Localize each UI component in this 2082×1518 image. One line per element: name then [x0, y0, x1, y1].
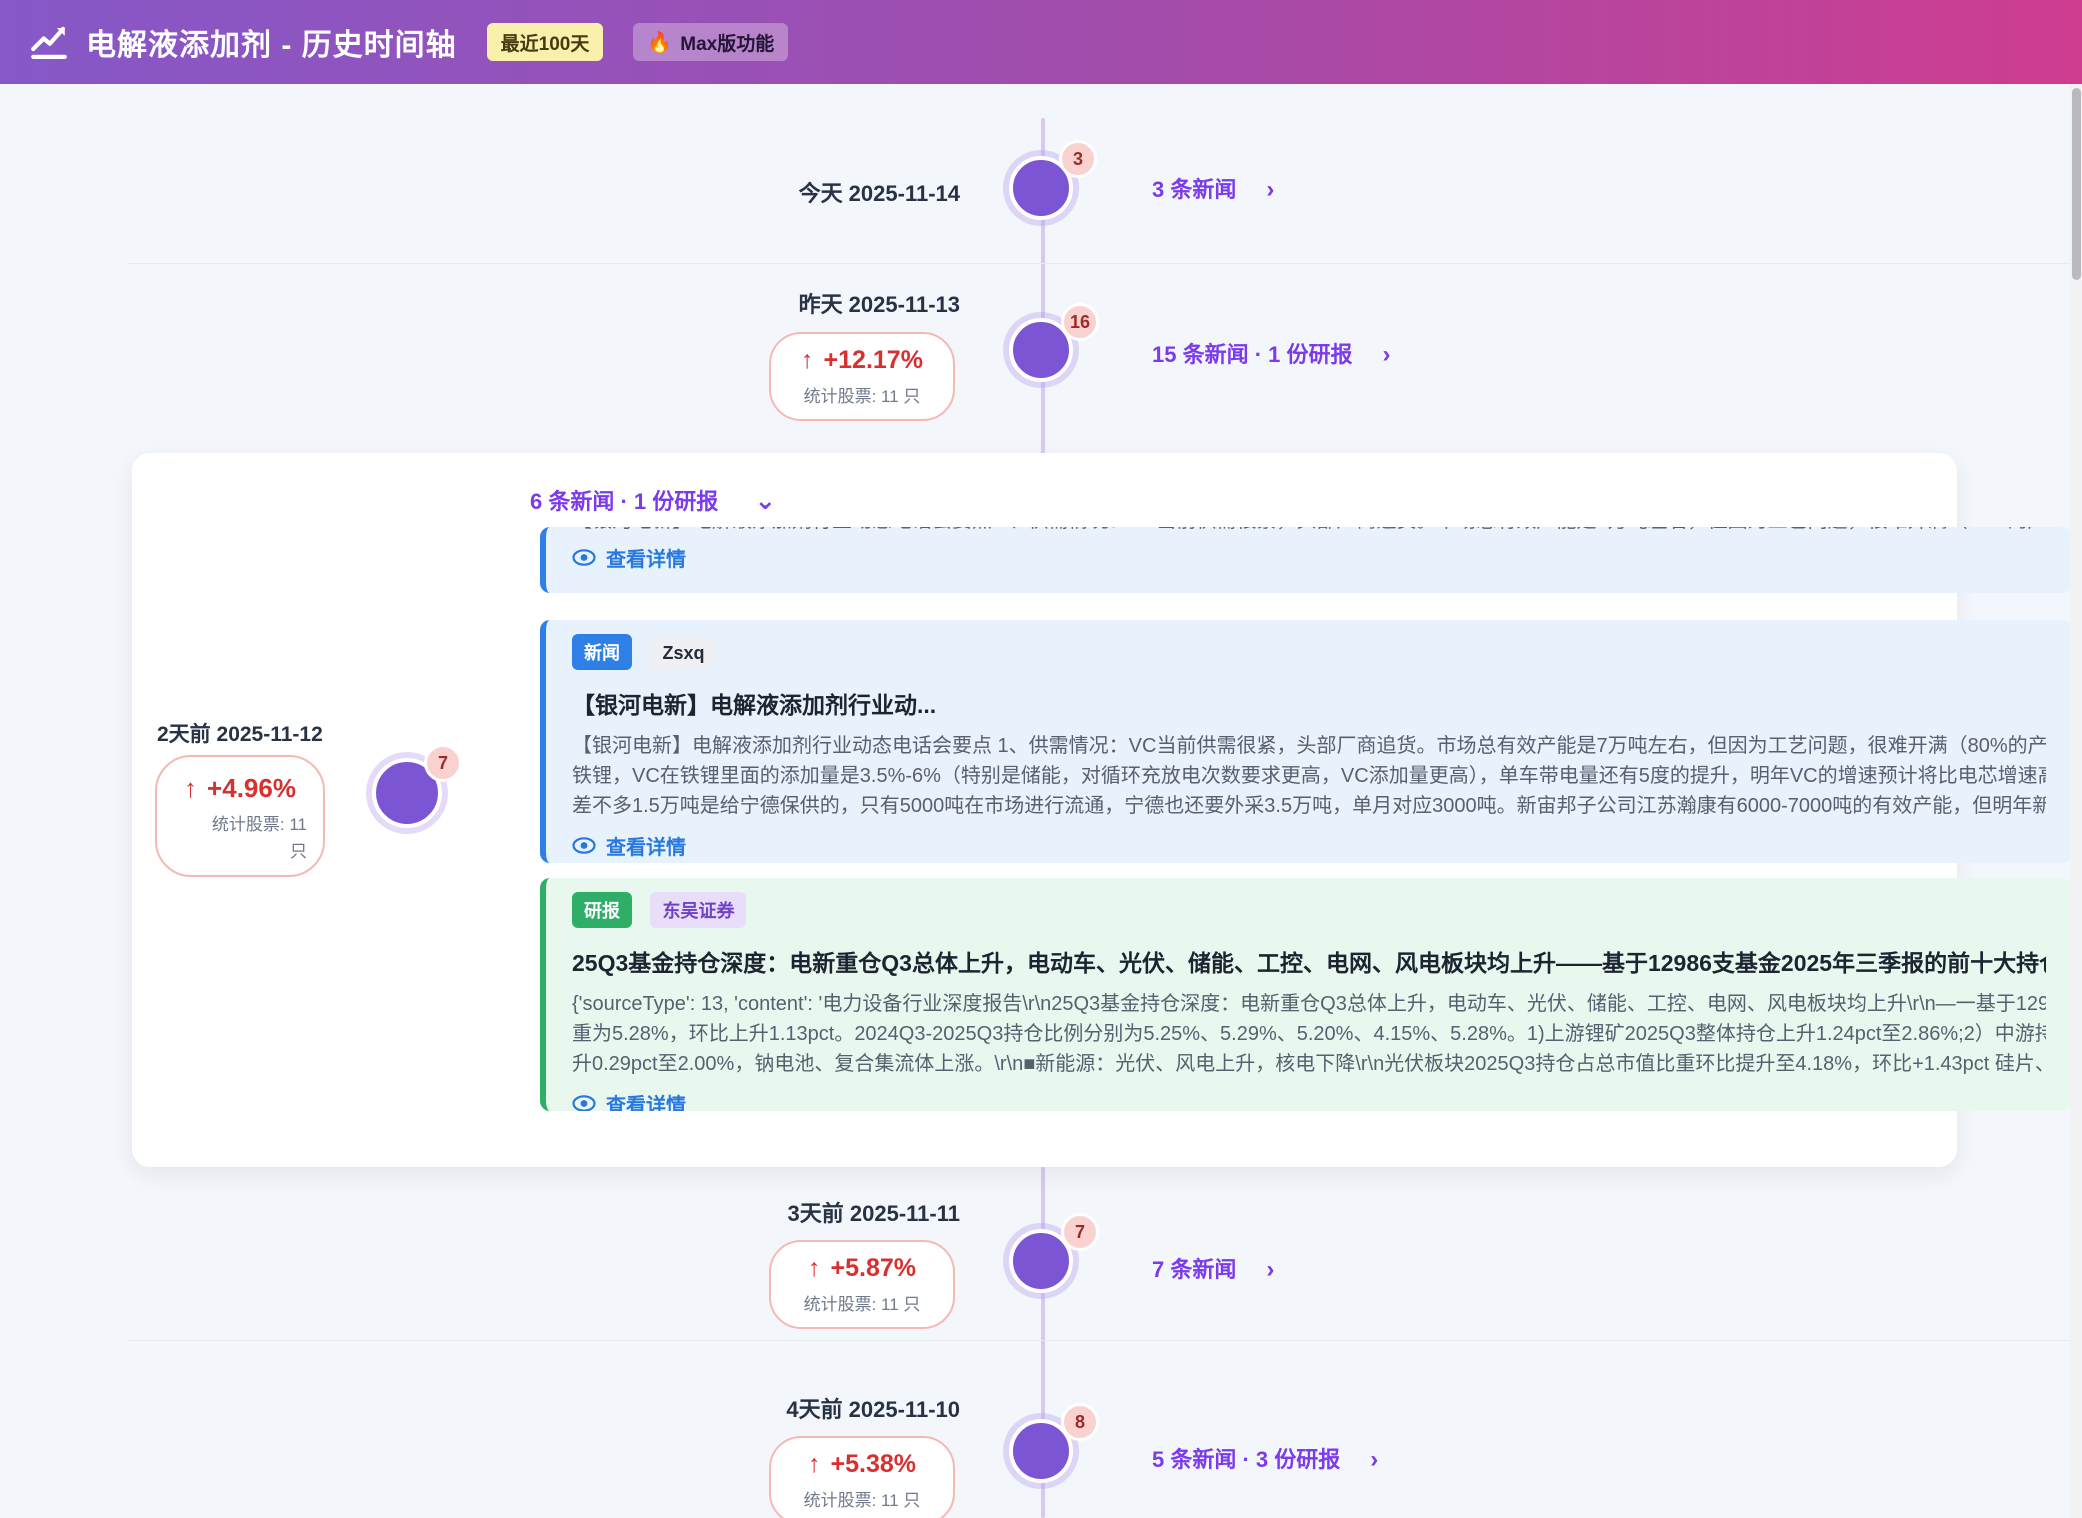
news-link-today[interactable]: 3 条新闻 ›: [1152, 172, 1274, 204]
date-label: 今天 2025-11-14: [799, 181, 960, 206]
max-plan-badge: 🔥 Max版功能: [633, 23, 788, 61]
report-type-tag: 研报: [572, 892, 632, 928]
date-label: 3天前 2025-11-11: [788, 1201, 960, 1226]
chevron-down-icon: ⌄: [754, 485, 776, 515]
date-label: 昨天 2025-11-13: [799, 292, 960, 317]
chevron-right-icon: ›: [1382, 341, 1390, 368]
report-card: 研报 东吴证券 25Q3基金持仓深度：电新重仓Q3总体上升，电动车、光伏、储能、…: [540, 878, 2072, 1111]
source-tag: Zsxq: [650, 638, 716, 669]
news-card-clipped: 【银河电新】电解液添加剂行业动态电话会要点 1、供需情况：VC当前供需很紧，头部…: [540, 527, 2072, 593]
timeline-page: 电解液添加剂 - 历史时间轴 最近100天 🔥 Max版功能 今天 2025-1…: [0, 0, 2082, 1518]
scrollbar-thumb[interactable]: [2072, 88, 2081, 280]
fire-icon: 🔥: [647, 30, 672, 55]
chevron-right-icon: ›: [1266, 1256, 1274, 1283]
arrow-up-icon: ↑: [808, 1254, 821, 1282]
eye-icon: [572, 837, 596, 854]
view-details-link[interactable]: 查看详情: [572, 543, 2046, 572]
news-link-yesterday[interactable]: 15 条新闻 · 1 份研报 ›: [1152, 337, 1390, 369]
scrollbar-track[interactable]: [2070, 84, 2082, 1518]
range-badge: 最近100天: [487, 23, 604, 61]
date-label: 2天前 2025-11-12: [157, 718, 323, 748]
arrow-up-icon: ↑: [801, 346, 814, 374]
chevron-right-icon: ›: [1370, 1446, 1378, 1473]
node-count-badge: 7: [424, 744, 462, 782]
node-count-badge: 8: [1061, 1403, 1099, 1441]
change-percent: +12.17%: [824, 346, 923, 374]
node-count-badge: 3: [1059, 140, 1097, 178]
eye-icon: [572, 549, 596, 566]
max-plan-badge-label: Max版功能: [680, 29, 774, 56]
source-tag: 东吴证券: [650, 892, 746, 928]
date-label: 4天前 2025-11-10: [786, 1397, 960, 1422]
change-percent: +5.38%: [831, 1450, 917, 1478]
chart-line-icon: [28, 21, 70, 63]
view-details-label: 查看详情: [606, 1089, 686, 1111]
stat-stocks: 统计股票: 11 只: [781, 1486, 943, 1511]
view-details-label: 查看详情: [606, 831, 686, 860]
stat-stocks: 统计股票: 11只: [173, 811, 307, 865]
clipped-text: 【银河电新】电解液添加剂行业动态电话会要点 1、供需情况：VC当前供需很紧，头部…: [572, 527, 2046, 536]
row-yesterday-date-col: 昨天 2025-11-13: [640, 287, 960, 319]
eye-icon: [572, 1095, 596, 1111]
report-title: 25Q3基金持仓深度：电新重仓Q3总体上升，电动车、光伏、储能、工控、电网、风电…: [572, 944, 2046, 978]
arrow-up-icon: ↑: [808, 1450, 821, 1478]
news-link-label: 5 条新闻 · 3 份研报: [1152, 1447, 1340, 1472]
view-details-link[interactable]: 查看详情: [572, 1089, 2046, 1111]
row-divider: [128, 263, 2072, 264]
row-divider: [128, 1340, 2072, 1341]
change-percent: +5.87%: [831, 1254, 917, 1282]
chevron-right-icon: ›: [1266, 176, 1274, 203]
news-body: 【银河电新】电解液添加剂行业动态电话会要点 1、供需情况：VC当前供需很紧，头部…: [572, 731, 2046, 821]
news-link-label: 3 条新闻: [1152, 177, 1236, 202]
change-pill: ↑ +5.38% 统计股票: 11 只: [769, 1436, 955, 1518]
news-link-label: 15 条新闻 · 1 份研报: [1152, 342, 1352, 367]
view-details-link[interactable]: 查看详情: [572, 831, 2046, 860]
news-title: 【银河电新】电解液添加剂行业动...: [572, 686, 2046, 720]
news-type-tag: 新闻: [572, 634, 632, 670]
news-link-4daysago[interactable]: 5 条新闻 · 3 份研报 ›: [1152, 1442, 1378, 1474]
news-card: 新闻 Zsxq 【银河电新】电解液添加剂行业动... 【银河电新】电解液添加剂行…: [540, 620, 2072, 863]
app-header: 电解液添加剂 - 历史时间轴 最近100天 🔥 Max版功能: [0, 0, 2082, 84]
page-title: 电解液添加剂 - 历史时间轴: [86, 20, 457, 64]
card-tags: 新闻 Zsxq: [572, 634, 2046, 670]
row-today-date-col: 今天 2025-11-14: [640, 176, 960, 208]
report-body: {'sourceType': 13, 'content': '电力设备行业深度报…: [572, 989, 2046, 1079]
arrow-up-icon: ↑: [184, 773, 197, 803]
change-percent: +4.96%: [207, 773, 296, 803]
news-link-label: 7 条新闻: [1152, 1257, 1236, 1282]
row-3daysago-date-col: 3天前 2025-11-11: [640, 1196, 960, 1228]
summary-label: 6 条新闻 · 1 份研报: [530, 489, 718, 514]
stat-stocks: 统计股票: 11 只: [781, 382, 943, 407]
row-4daysago-date-col: 4天前 2025-11-10: [640, 1392, 960, 1424]
change-pill: ↑ +5.87% 统计股票: 11 只: [769, 1240, 955, 1329]
node-count-badge: 16: [1061, 303, 1099, 341]
card-tags: 研报 东吴证券: [572, 892, 2046, 928]
news-link-3daysago[interactable]: 7 条新闻 ›: [1152, 1252, 1274, 1284]
stat-stocks: 统计股票: 11 只: [781, 1290, 943, 1315]
change-pill: ↑ +12.17% 统计股票: 11 只: [769, 332, 955, 421]
summary-toggle[interactable]: 6 条新闻 · 1 份研报 ⌄: [530, 484, 776, 516]
view-details-label: 查看详情: [606, 543, 686, 572]
change-pill: ↑ +4.96% 统计股票: 11只: [155, 755, 325, 877]
node-count-badge: 7: [1061, 1213, 1099, 1251]
